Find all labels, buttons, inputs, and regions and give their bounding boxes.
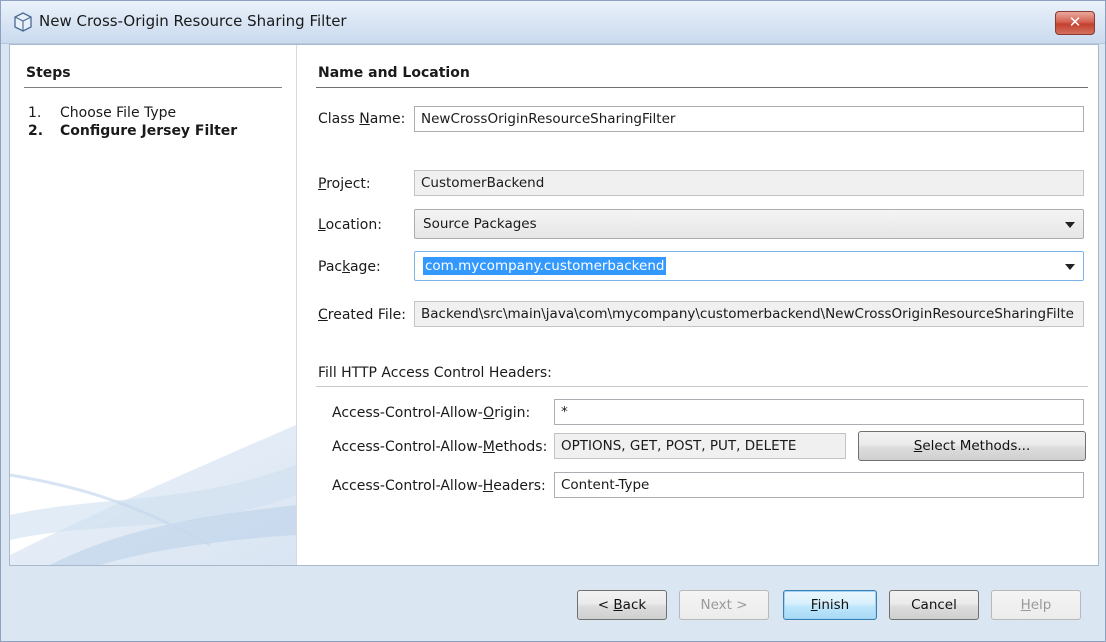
location-value: Source Packages [423, 216, 537, 232]
next-button[interactable]: Next > [679, 590, 769, 620]
class-name-label: Class Name: [318, 111, 406, 127]
step-number: 1. [28, 105, 42, 121]
package-label: Package: [318, 259, 381, 275]
close-button[interactable]: ✕ [1055, 11, 1095, 35]
finish-button[interactable]: Finish [783, 590, 877, 620]
dialog-window: New Cross-Origin Resource Sharing Filter… [0, 0, 1106, 642]
package-combo-input[interactable]: com.mycompany.customerbackend [414, 251, 1084, 281]
chevron-down-icon[interactable] [1065, 222, 1075, 228]
step-item-choose-file-type: 1. Choose File Type [28, 105, 176, 121]
step-label: Choose File Type [60, 105, 177, 121]
main-panel: Name and Location Class Name: NewCrossOr… [310, 45, 1094, 565]
step-label: Configure Jersey Filter [60, 123, 238, 139]
title-bar: New Cross-Origin Resource Sharing Filter… [1, 1, 1105, 44]
divider [316, 386, 1088, 387]
location-dropdown[interactable]: Source Packages [414, 209, 1084, 239]
allow-headers-label: Access-Control-Allow-Headers: [332, 478, 546, 494]
decorative-swoosh-graphic [10, 425, 296, 565]
steps-title: Steps [26, 65, 71, 81]
steps-divider [24, 87, 282, 88]
netbeans-cube-icon [14, 12, 32, 32]
back-button[interactable]: < Back [577, 590, 667, 620]
select-methods-button[interactable]: Select Methods... [858, 431, 1086, 461]
steps-panel: Steps 1. Choose File Type 2. Configure Jer… [10, 45, 297, 565]
section-divider [316, 87, 1088, 88]
chevron-down-icon[interactable] [1065, 264, 1075, 270]
wizard-content: Steps 1. Choose File Type 2. Configure Jer… [9, 44, 1099, 566]
created-file-field: Backend\src\main\java\com\mycompany\cust… [414, 301, 1084, 327]
window-title: New Cross-Origin Resource Sharing Filter [39, 12, 347, 30]
allow-headers-input[interactable]: Content-Type [554, 472, 1084, 498]
headers-section-label: Fill HTTP Access Control Headers: [318, 365, 552, 381]
step-item-configure-jersey-filter: 2. Configure Jersey Filter [28, 123, 237, 139]
package-value[interactable]: com.mycompany.customerbackend [423, 257, 667, 275]
project-field: CustomerBackend [414, 170, 1084, 196]
location-label: Location: [318, 217, 382, 233]
button-bar: < Back Next > Finish Cancel Help [9, 565, 1097, 635]
allow-methods-field: OPTIONS, GET, POST, PUT, DELETE [554, 433, 846, 459]
project-label: Project: [318, 176, 371, 192]
allow-origin-input[interactable]: * [554, 399, 1084, 425]
class-name-input[interactable]: NewCrossOriginResourceSharingFilter [414, 106, 1084, 132]
step-number: 2. [28, 123, 44, 139]
cancel-button[interactable]: Cancel [889, 590, 979, 620]
created-file-label: Created File: [318, 307, 407, 323]
allow-methods-label: Access-Control-Allow-Methods: [332, 439, 548, 455]
allow-origin-label: Access-Control-Allow-Origin: [332, 405, 531, 421]
help-button[interactable]: Help [991, 590, 1081, 620]
section-title: Name and Location [318, 65, 470, 81]
